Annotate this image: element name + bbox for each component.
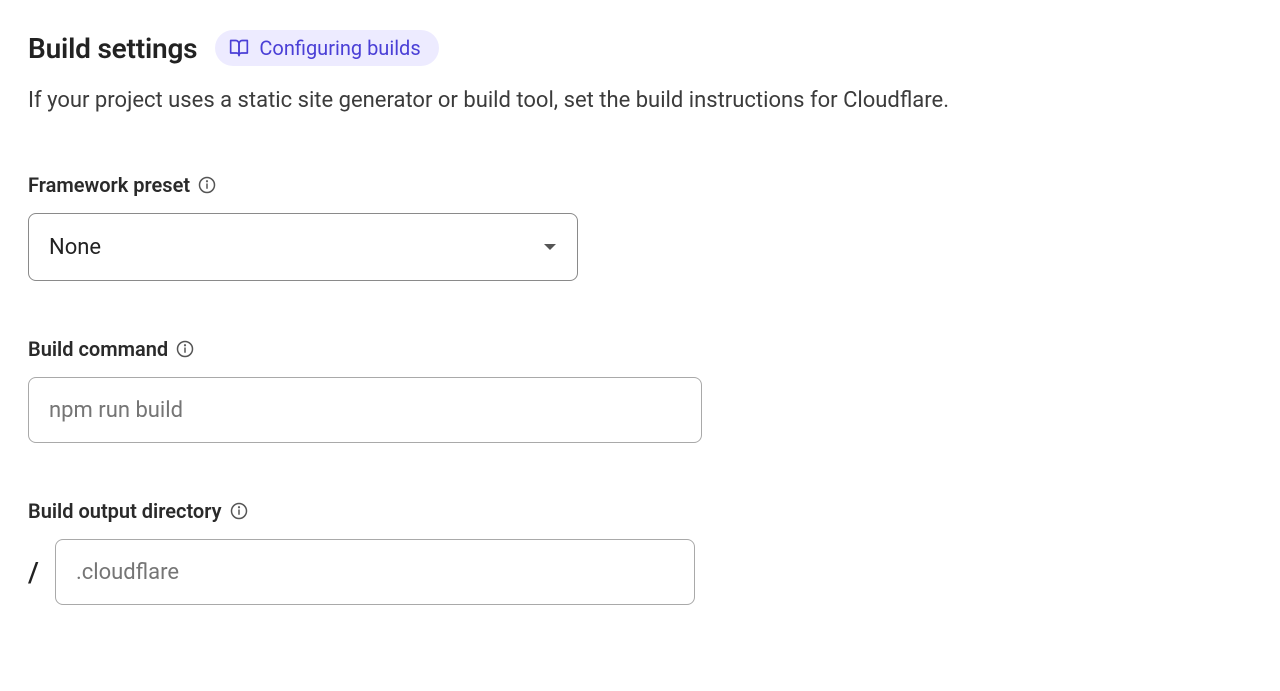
info-icon[interactable] bbox=[176, 340, 194, 358]
section-description: If your project uses a static site gener… bbox=[28, 84, 1252, 117]
build-output-directory-field: Build output directory / bbox=[28, 499, 1252, 605]
build-output-directory-input[interactable] bbox=[55, 539, 695, 605]
build-command-input[interactable] bbox=[28, 377, 702, 443]
info-icon[interactable] bbox=[198, 176, 216, 194]
path-prefix: / bbox=[28, 556, 39, 589]
build-command-label: Build command bbox=[28, 337, 168, 361]
docs-link-label: Configuring builds bbox=[259, 36, 420, 60]
book-icon bbox=[229, 38, 249, 58]
configuring-builds-link[interactable]: Configuring builds bbox=[215, 30, 438, 66]
framework-preset-field: Framework preset None bbox=[28, 173, 1252, 281]
section-title: Build settings bbox=[28, 32, 197, 65]
info-icon[interactable] bbox=[230, 502, 248, 520]
framework-preset-select[interactable]: None bbox=[28, 213, 578, 281]
build-output-directory-label: Build output directory bbox=[28, 499, 222, 523]
build-command-field: Build command bbox=[28, 337, 1252, 443]
framework-preset-value: None bbox=[49, 235, 101, 260]
framework-preset-label: Framework preset bbox=[28, 173, 190, 197]
